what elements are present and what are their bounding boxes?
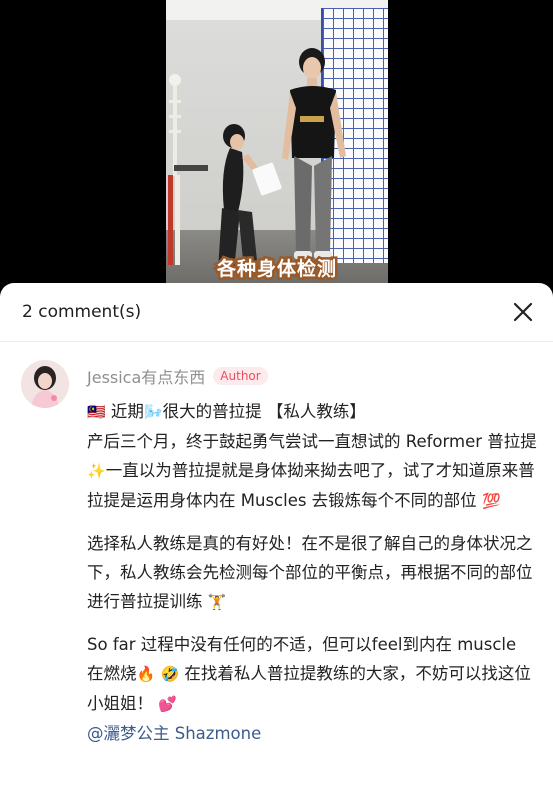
- fire-icon: 🔥: [136, 665, 156, 683]
- weightlifter-icon: 🏋️: [207, 593, 227, 611]
- comment-text: 很大的普拉提 【私人教练】: [162, 402, 366, 421]
- comment-paragraph-3: So far 过程中没有任何的不适，但可以feel到内在 muscle 在燃烧🔥…: [87, 630, 537, 748]
- comment-paragraph-1: 🇲🇾 近期🌬️很大的普拉提 【私人教练】 产后三个月，终于鼓起勇气尝试一直想试的…: [87, 397, 537, 516]
- avatar[interactable]: [21, 360, 69, 408]
- comment-text: 产后三个月，终于鼓起勇气尝试一直想试的 Reformer 普拉提: [87, 432, 537, 451]
- desk: [174, 165, 208, 171]
- wind-face-icon: 🌬️: [143, 403, 163, 421]
- header-divider: [0, 341, 553, 342]
- comment-count: 2 comment(s): [22, 302, 142, 322]
- author-row: Jessica有点东西 Author: [87, 364, 268, 388]
- close-icon[interactable]: [511, 300, 535, 324]
- user-mention-link[interactable]: @灑梦公主 Shazmone: [87, 724, 261, 743]
- subject-figure: [282, 48, 346, 259]
- video-caption: 各种身体检测: [214, 256, 338, 283]
- comments-sheet: 2 comment(s) Jessica有点东西 Author 🇲🇾 近期🌬️很…: [0, 283, 553, 800]
- sparkles-icon: ✨: [87, 462, 106, 480]
- comment-text: 近期: [105, 402, 144, 421]
- hundred-points-icon: 💯: [481, 492, 501, 510]
- video-player[interactable]: 各种身体检测: [166, 0, 388, 283]
- author-badge: Author: [213, 367, 268, 385]
- comment-body: 🇲🇾 近期🌬️很大的普拉提 【私人教练】 产后三个月，终于鼓起勇气尝试一直想试的…: [87, 397, 537, 761]
- rolling-laugh-icon: 🤣: [160, 665, 180, 683]
- malaysia-flag-icon: 🇲🇾: [87, 403, 106, 421]
- comment-text: 一直以为普拉提就是身体拗来拗去吧了，试了才知道原来普拉提是运用身体内在 Musc…: [87, 461, 535, 510]
- author-name[interactable]: Jessica有点东西: [87, 364, 205, 388]
- comment-paragraph-2: 选择私人教练是真的有好处！在不是很了解自己的身体状况之下，私人教练会先检测每个部…: [87, 529, 537, 617]
- trainer-figure: [218, 124, 282, 270]
- two-hearts-icon: 💕: [158, 695, 177, 713]
- comments-header: 2 comment(s): [0, 283, 553, 341]
- comment-text: 选择私人教练是真的有好处！在不是很了解自己的身体状况之下，私人教练会先检测每个部…: [87, 534, 533, 611]
